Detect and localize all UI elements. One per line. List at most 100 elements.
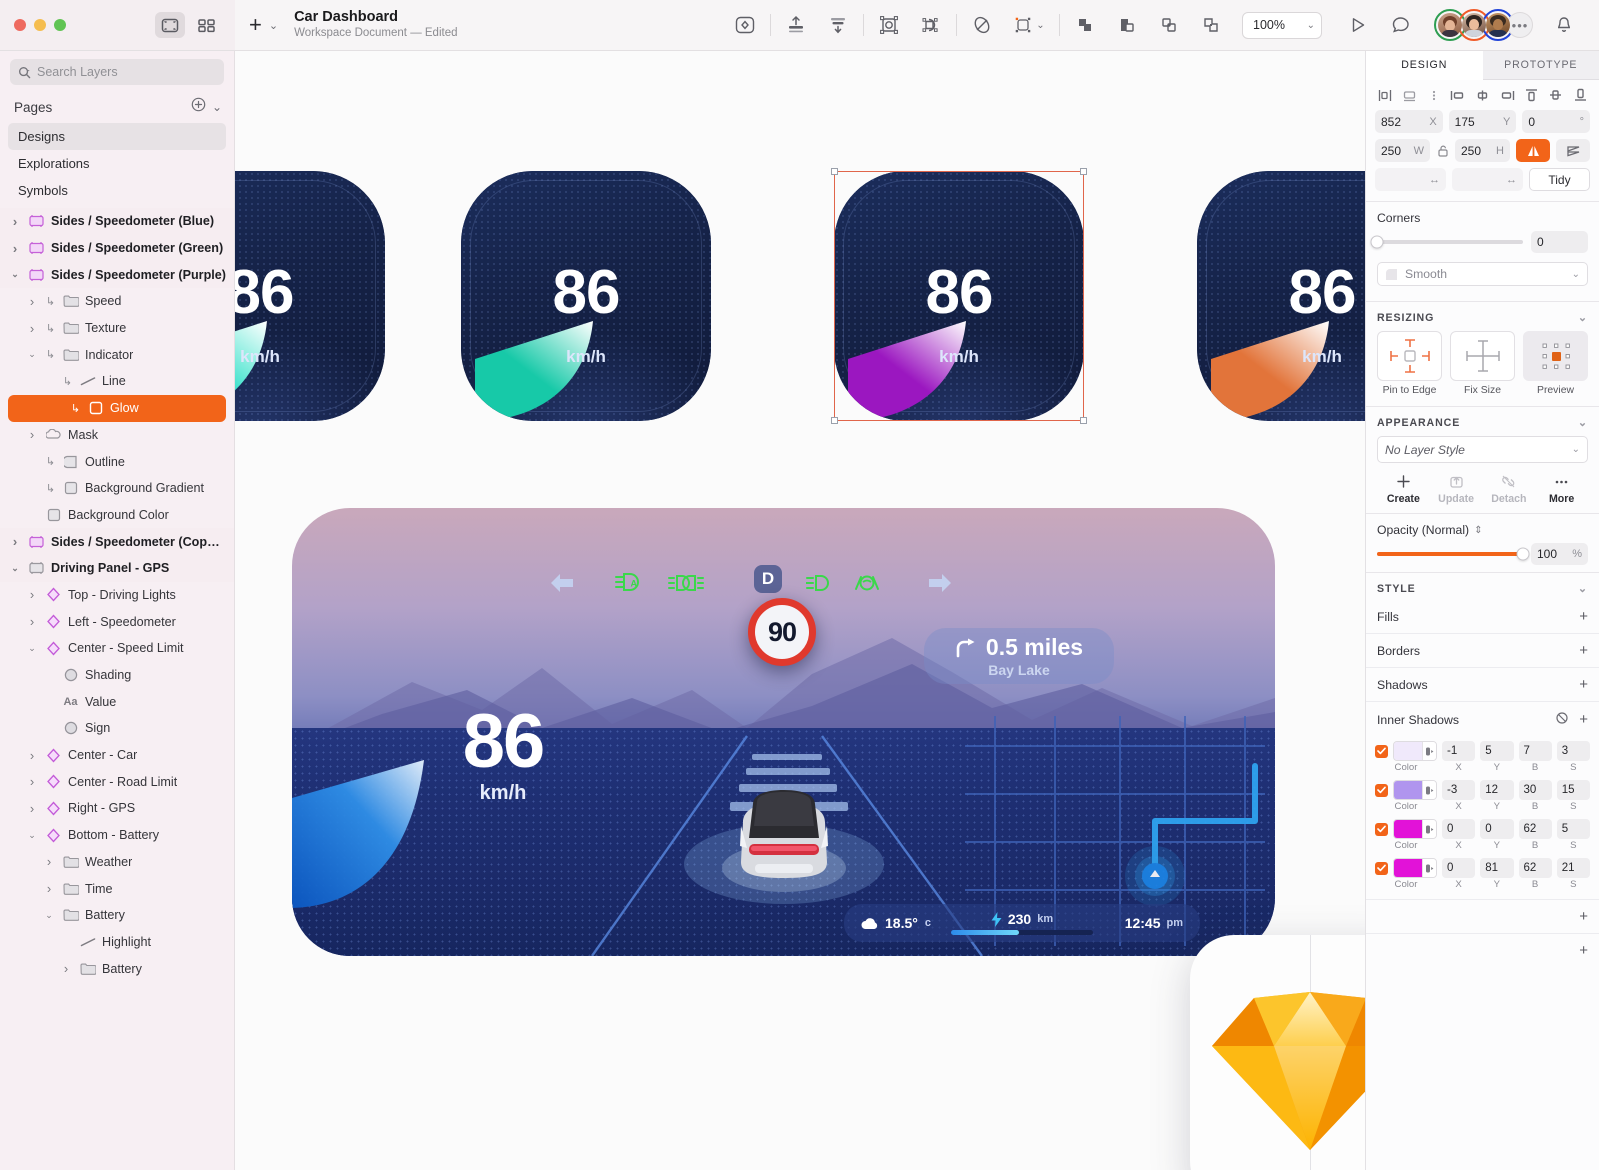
chevron-down-icon[interactable]: ⌄ xyxy=(8,563,22,574)
zoom-level-control[interactable]: 100% ⌄ xyxy=(1242,11,1322,39)
aspect-ratio-lock-icon[interactable] xyxy=(1436,145,1449,157)
chevron-right-icon[interactable]: › xyxy=(42,854,56,869)
speedometer-green[interactable]: 86 km/h xyxy=(461,171,711,421)
resizing-pin-to-edge[interactable]: Pin to Edge xyxy=(1377,331,1442,396)
insert-button[interactable]: + xyxy=(249,14,262,36)
difference-icon[interactable] xyxy=(1190,8,1232,42)
align-left-icon[interactable] xyxy=(1376,87,1394,103)
add-shadow-icon[interactable]: + xyxy=(1579,677,1588,692)
inner-shadow-spread-field[interactable]: 15 xyxy=(1556,780,1590,800)
chevron-down-icon[interactable]: ⌄ xyxy=(42,910,56,921)
auto-headlight-icon[interactable]: A xyxy=(614,572,644,596)
mask-icon[interactable] xyxy=(910,8,952,42)
minimize-window-button[interactable] xyxy=(34,19,46,31)
resizing-collapse-chevron-icon[interactable]: ⌄ xyxy=(1578,311,1588,324)
layer-row[interactable]: ⌄ ↳ Indicator xyxy=(0,341,234,368)
inner-shadow-spread-field[interactable]: 5 xyxy=(1556,819,1590,839)
layer-row[interactable]: › ↳ Texture xyxy=(0,315,234,342)
opacity-stepper-icon[interactable]: ⇕ xyxy=(1474,525,1482,536)
page-item-symbols[interactable]: Symbols xyxy=(0,177,234,204)
layer-row[interactable]: Highlight xyxy=(0,929,234,956)
width-field[interactable]: 250 W xyxy=(1375,139,1430,162)
layer-row[interactable]: › Sides / Speedometer (Green) xyxy=(0,234,234,262)
chevron-right-icon[interactable]: › xyxy=(25,748,39,763)
inner-shadow-y-field[interactable]: 81 xyxy=(1480,858,1514,878)
borders-row[interactable]: Borders + xyxy=(1366,634,1599,668)
layer-row[interactable]: › Right - GPS xyxy=(0,795,234,822)
blur-row[interactable]: + xyxy=(1366,900,1599,934)
layer-row[interactable]: ↳ Background Gradient xyxy=(0,475,234,502)
tab-design[interactable]: DESIGN xyxy=(1366,51,1483,80)
align-right-edges-icon[interactable] xyxy=(1498,87,1516,103)
tab-prototype[interactable]: PROTOTYPE xyxy=(1482,51,1599,80)
opacity-knob[interactable] xyxy=(1516,547,1530,561)
maximize-window-button[interactable] xyxy=(54,19,66,31)
tidy-button[interactable]: Tidy xyxy=(1529,168,1590,191)
collaborator-avatars[interactable]: ••• xyxy=(1434,9,1533,41)
resizing-fix-size[interactable]: Fix Size xyxy=(1450,331,1515,396)
export-row[interactable]: + xyxy=(1366,934,1599,967)
collaborator-3-avatar[interactable] xyxy=(1482,9,1514,41)
inner-shadow-y-field[interactable]: 5 xyxy=(1480,741,1514,761)
inner-shadow-blur-field[interactable]: 7 xyxy=(1518,741,1552,761)
inner-shadow-enabled-checkbox[interactable] xyxy=(1375,822,1388,836)
speedometer-copper[interactable]: 86 km/h xyxy=(1197,171,1365,421)
corner-radius-slider[interactable] xyxy=(1370,235,1523,249)
selection-handle-tl[interactable] xyxy=(831,168,838,175)
inner-shadow-x-field[interactable]: -1 xyxy=(1442,741,1476,761)
align-vertical-centers-icon[interactable] xyxy=(1547,87,1565,103)
layer-row[interactable]: ⌄ Driving Panel - GPS xyxy=(0,554,234,582)
design-canvas[interactable]: 86 km/h 86 km/h 86 km/h 86 km/h A D 90 8… xyxy=(235,51,1365,1170)
align-options-icon[interactable] xyxy=(1425,87,1443,103)
gear-badge[interactable]: D xyxy=(754,565,782,593)
distribute-icon[interactable] xyxy=(817,8,859,42)
inner-shadow-y-field[interactable]: 12 xyxy=(1480,780,1514,800)
document-title-block[interactable]: Car Dashboard Workspace Document — Edite… xyxy=(294,9,457,42)
inner-shadow-blur-field[interactable]: 62 xyxy=(1518,858,1552,878)
layers-panel-toggle-icon[interactable] xyxy=(155,12,185,38)
inner-shadow-y-field[interactable]: 0 xyxy=(1480,819,1514,839)
layer-row[interactable]: › Center - Road Limit xyxy=(0,768,234,795)
zoom-dropdown-chevron-icon[interactable]: ⌄ xyxy=(1307,20,1315,31)
selection-handle-br[interactable] xyxy=(1080,417,1087,424)
inner-shadow-color-swatch[interactable] xyxy=(1393,858,1437,878)
corner-smoothing-select[interactable]: Smooth ⌄ xyxy=(1377,262,1588,286)
corner-radius-field[interactable]: 0 xyxy=(1531,231,1588,253)
page-item-explorations[interactable]: Explorations xyxy=(0,150,234,177)
layer-row[interactable]: › Time xyxy=(0,875,234,902)
inner-shadow-x-field[interactable]: 0 xyxy=(1442,858,1476,878)
style-collapse-chevron-icon[interactable]: ⌄ xyxy=(1578,582,1588,595)
resizing-preview[interactable]: Preview xyxy=(1523,331,1588,396)
shadows-row[interactable]: Shadows + xyxy=(1366,668,1599,702)
chevron-right-icon[interactable]: › xyxy=(25,774,39,789)
chevron-right-icon[interactable]: › xyxy=(25,321,39,336)
close-window-button[interactable] xyxy=(14,19,26,31)
add-page-icon[interactable] xyxy=(191,97,206,117)
color-picker-icon[interactable] xyxy=(1422,820,1436,838)
layer-row[interactable]: › Sides / Speedometer (Blue) xyxy=(0,208,234,235)
layer-row[interactable]: › Top - Driving Lights xyxy=(0,582,234,609)
color-picker-icon[interactable] xyxy=(1422,859,1436,877)
height-field[interactable]: 250 H xyxy=(1455,139,1510,162)
layer-row[interactable]: › Center - Car xyxy=(0,742,234,769)
corner-radius-knob[interactable] xyxy=(1370,235,1384,249)
scale-icon[interactable]: ⌄ xyxy=(1003,8,1055,42)
add-border-icon[interactable]: + xyxy=(1579,643,1588,658)
create-symbol-icon[interactable] xyxy=(724,8,766,42)
color-picker-icon[interactable] xyxy=(1422,781,1436,799)
turn-left-arrow-icon[interactable] xyxy=(547,570,577,601)
notifications-bell-icon[interactable] xyxy=(1543,8,1585,42)
chevron-right-icon[interactable]: › xyxy=(8,241,22,256)
subtract-icon[interactable] xyxy=(1106,8,1148,42)
driving-panel-gps-artboard[interactable]: A D 90 86 km/h 0.5 miles Bay Lake 18.5° … xyxy=(292,508,1275,956)
add-inner-shadow-icon[interactable]: + xyxy=(1579,712,1588,727)
fog-light-icon[interactable] xyxy=(804,574,836,597)
window-controls[interactable] xyxy=(14,19,66,31)
layer-row[interactable]: ↳ Outline xyxy=(0,448,234,475)
style-section-header[interactable]: STYLE ⌄ xyxy=(1366,573,1599,600)
add-fill-icon[interactable]: + xyxy=(1579,609,1588,624)
chevron-down-icon[interactable]: ⌄ xyxy=(25,830,39,841)
appearance-collapse-chevron-icon[interactable]: ⌄ xyxy=(1578,416,1588,429)
layer-row[interactable]: ⌄ Center - Speed Limit xyxy=(0,635,234,662)
corner-smoothing-chevron-icon[interactable]: ⌄ xyxy=(1572,269,1580,280)
